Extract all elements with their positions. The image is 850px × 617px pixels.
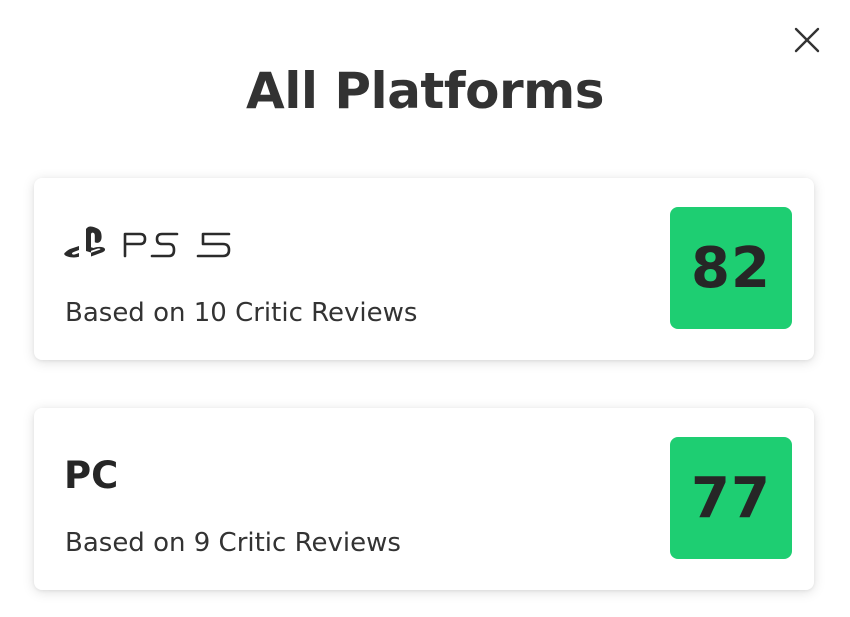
platform-card-pc[interactable]: PC Based on 9 Critic Reviews 77 [34,408,814,590]
platform-card-ps5[interactable]: Based on 10 Critic Reviews 82 [34,178,814,360]
critic-review-count: Based on 10 Critic Reviews [65,298,418,328]
critic-review-count: Based on 9 Critic Reviews [65,528,401,558]
metascore-badge: 82 [670,207,792,329]
close-button[interactable] [792,25,822,55]
platform-name: PC [64,454,119,497]
all-platforms-modal: All Platforms Based on 10 Critic Reviews [0,0,850,617]
close-icon [794,27,820,53]
modal-title: All Platforms [246,62,604,120]
playstation-5-logo [64,226,234,266]
metascore-badge: 77 [670,437,792,559]
